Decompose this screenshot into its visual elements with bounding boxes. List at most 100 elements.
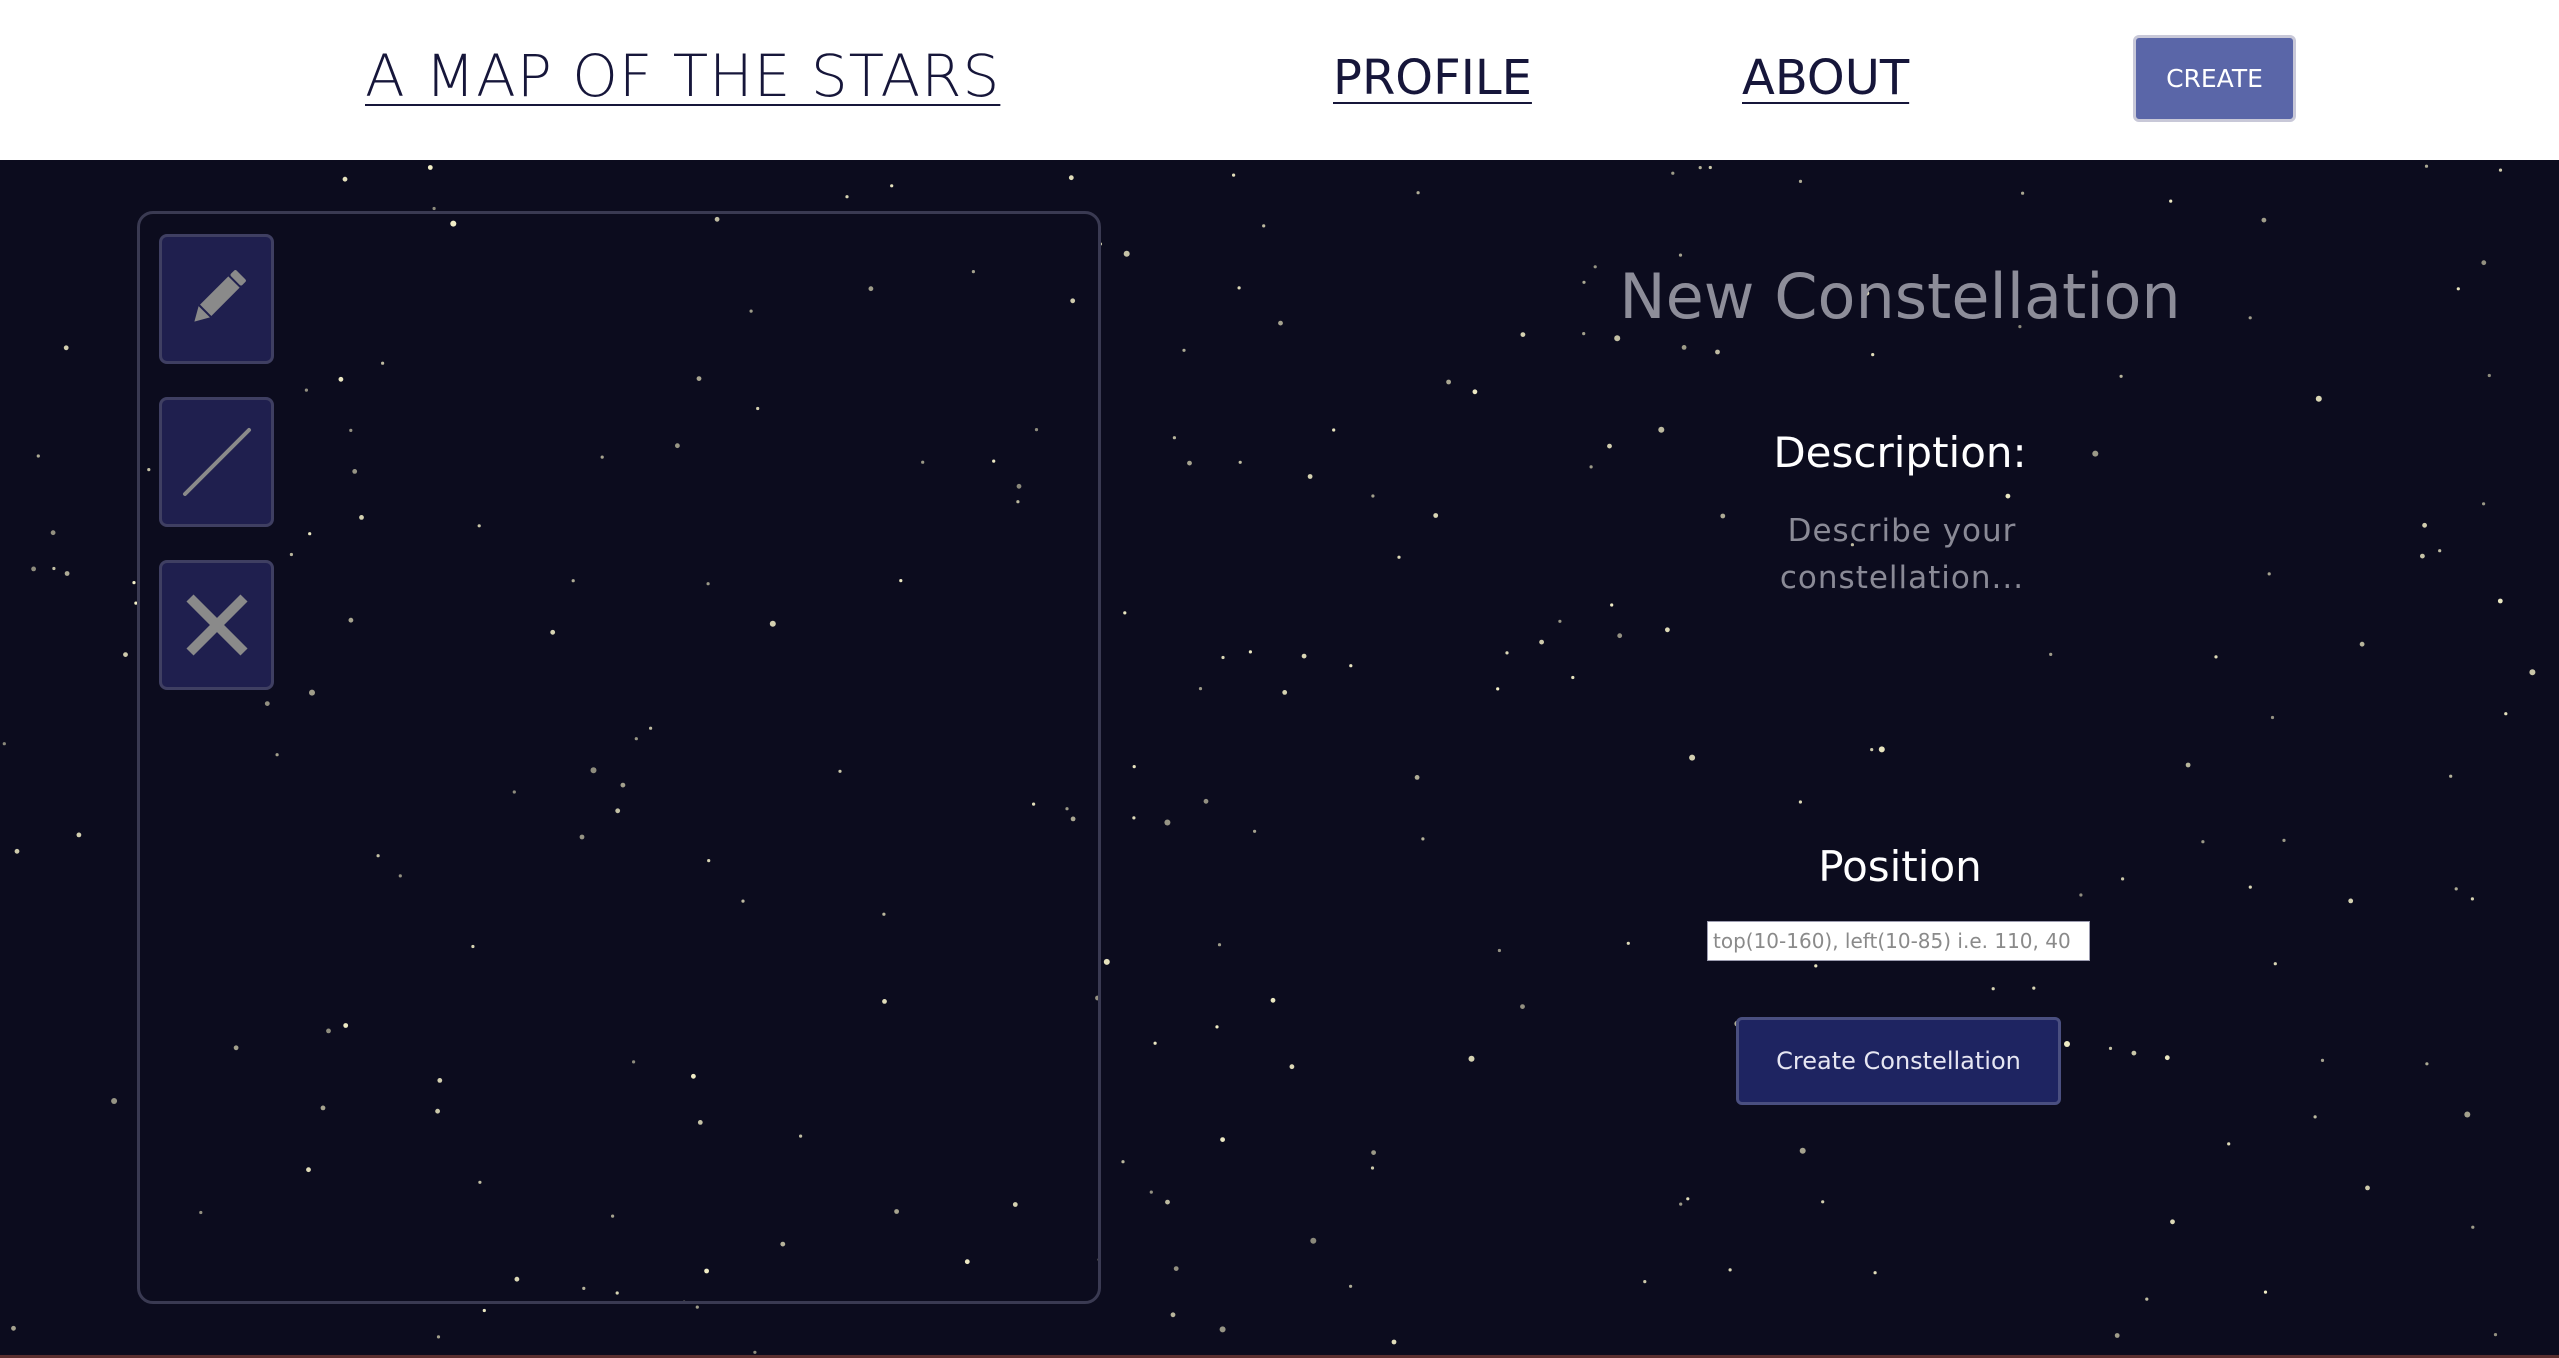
star-dot bbox=[1665, 627, 1670, 633]
star-dot bbox=[1121, 1160, 1125, 1164]
star-dot bbox=[2359, 641, 2365, 647]
star-dot bbox=[1614, 335, 1621, 342]
nav-profile-link[interactable]: PROFILE bbox=[1333, 50, 1532, 106]
star-dot bbox=[1215, 1025, 1219, 1029]
star-dot bbox=[2201, 840, 2205, 844]
star-dot bbox=[2267, 572, 2271, 576]
star-dot bbox=[1821, 1200, 1825, 1204]
star-dot bbox=[2422, 522, 2428, 528]
star-dot bbox=[1610, 603, 1614, 607]
star-dot bbox=[1397, 555, 1401, 559]
star-dot bbox=[1472, 389, 1478, 395]
star-dot bbox=[1349, 664, 1353, 668]
star-dot bbox=[1198, 687, 1203, 691]
star-dot bbox=[1103, 958, 1110, 965]
star-dot bbox=[1698, 166, 1702, 170]
star-dot bbox=[1539, 639, 1544, 645]
star-dot bbox=[1626, 941, 1630, 945]
star-dot bbox=[2315, 395, 2322, 402]
star-dot bbox=[1468, 1055, 1475, 1062]
star-dot bbox=[1505, 651, 1509, 655]
star-dot bbox=[1728, 1268, 1732, 1272]
star-dot bbox=[2454, 887, 2458, 891]
star-dot bbox=[14, 848, 20, 854]
star-dot bbox=[1370, 1166, 1375, 1170]
star-dot bbox=[1203, 798, 1209, 804]
star-dot bbox=[432, 206, 436, 211]
star-dot bbox=[1391, 1339, 1397, 1345]
star-dot bbox=[2320, 1058, 2325, 1062]
star-dot bbox=[1165, 1199, 1170, 1205]
star-dot bbox=[1446, 379, 1451, 385]
star-dot bbox=[1172, 436, 1176, 440]
star-dot bbox=[1991, 987, 1995, 991]
star-dot bbox=[2529, 669, 2536, 676]
star-dot bbox=[1643, 1280, 1647, 1284]
star-dot bbox=[2313, 1115, 2317, 1119]
star-dot bbox=[50, 530, 56, 536]
delete-tool-button[interactable] bbox=[159, 560, 274, 690]
star-dot bbox=[1307, 474, 1313, 479]
star-dot bbox=[2263, 1290, 2268, 1294]
star-dot bbox=[1310, 1237, 1317, 1244]
star-dot bbox=[1164, 819, 1171, 826]
pencil-tool-button[interactable] bbox=[159, 234, 274, 364]
star-dot bbox=[1220, 1137, 1225, 1142]
star-dot bbox=[2487, 373, 2491, 378]
star-dot bbox=[2438, 549, 2442, 553]
create-button[interactable]: CREATE bbox=[2133, 35, 2296, 122]
star-dot bbox=[1871, 353, 1875, 357]
star-dot bbox=[1681, 345, 1687, 350]
star-dot bbox=[2185, 762, 2191, 768]
star-dot bbox=[2214, 655, 2218, 659]
star-dot bbox=[2108, 1046, 2113, 1050]
star-dot bbox=[2365, 1185, 2370, 1191]
constellation-drawing-canvas[interactable] bbox=[137, 211, 1101, 1304]
star-dot bbox=[1238, 460, 1242, 464]
star-dot bbox=[1068, 175, 1074, 181]
create-constellation-button[interactable]: Create Constellation bbox=[1736, 1017, 2061, 1105]
star-dot bbox=[2425, 1062, 2429, 1066]
star-dot bbox=[1371, 1150, 1376, 1155]
star-dot bbox=[753, 1350, 757, 1354]
star-dot bbox=[1715, 349, 1720, 355]
description-label: Description: bbox=[1773, 428, 2027, 477]
line-tool-button[interactable] bbox=[159, 397, 274, 527]
star-dot bbox=[1371, 494, 1375, 498]
star-dot bbox=[111, 1098, 118, 1104]
description-input[interactable] bbox=[1700, 506, 2104, 810]
star-dot bbox=[1421, 837, 1425, 841]
star-dot bbox=[1558, 619, 1562, 623]
star-dot bbox=[1132, 816, 1136, 820]
star-dot bbox=[2471, 1225, 2475, 1229]
star-dot bbox=[2270, 715, 2275, 720]
star-dot bbox=[1332, 428, 1336, 432]
site-logo-link[interactable]: A MAP OF THE STARS bbox=[365, 42, 1000, 110]
star-dot bbox=[2424, 164, 2429, 168]
star-dot bbox=[63, 345, 69, 351]
star-dot bbox=[1678, 253, 1683, 257]
star-dot bbox=[2464, 1111, 2471, 1118]
star-dot bbox=[1708, 165, 1712, 170]
star-dot bbox=[1433, 513, 1439, 518]
star-dot bbox=[1173, 1266, 1179, 1271]
star-dot bbox=[1219, 1326, 1226, 1333]
star-dot bbox=[1520, 1004, 1525, 1009]
star-dot bbox=[427, 165, 433, 170]
star-dot bbox=[1282, 690, 1288, 695]
star-dot bbox=[2261, 217, 2267, 223]
star-dot bbox=[845, 195, 849, 199]
star-dot bbox=[1262, 224, 1266, 228]
star-dot bbox=[1232, 173, 1236, 177]
position-input[interactable] bbox=[1707, 921, 2090, 961]
star-dot bbox=[1301, 653, 1307, 659]
star-dot bbox=[2449, 774, 2453, 778]
line-icon bbox=[182, 428, 251, 496]
star-dot bbox=[2470, 897, 2474, 901]
star-dot bbox=[695, 1305, 699, 1309]
nav-about-link[interactable]: ABOUT bbox=[1742, 50, 1909, 106]
star-dot bbox=[2170, 1219, 2175, 1225]
star-dot bbox=[1278, 320, 1283, 326]
star-dot bbox=[132, 581, 136, 585]
star-dot bbox=[2021, 191, 2025, 195]
